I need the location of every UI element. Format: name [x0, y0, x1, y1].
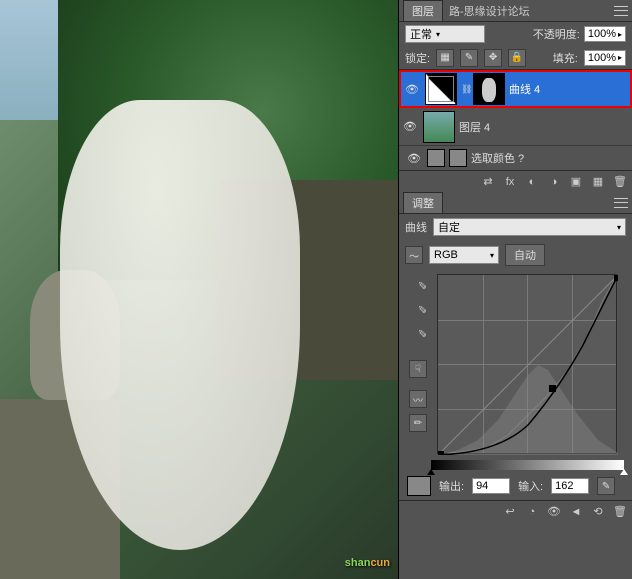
output-value-input[interactable]: 94	[472, 478, 510, 494]
curves-graph[interactable]	[437, 274, 617, 454]
mask-thumb[interactable]	[473, 73, 505, 105]
photo-content	[0, 0, 398, 579]
layer-list: 👁 ⛓ 曲线 4 👁 图层 4 👁 选取颜色 ?	[399, 70, 632, 170]
auto-button[interactable]: 自动	[505, 244, 545, 266]
opacity-label: 不透明度:	[533, 26, 580, 42]
link-icon: ⛓	[461, 84, 469, 95]
adjustment-icon[interactable]: ◑	[546, 174, 562, 190]
panel-menu-icon[interactable]	[614, 6, 628, 16]
input-gradient[interactable]	[431, 460, 624, 470]
clip-icon[interactable]: ◔	[524, 504, 540, 520]
fill-label: 填充:	[553, 50, 578, 66]
layer-name[interactable]: 选取颜色 ?	[471, 150, 626, 166]
edit-points-icon[interactable]: 〰	[409, 390, 427, 408]
trash-icon[interactable]: 🗑	[612, 174, 628, 190]
layer-row-image4[interactable]: 👁 图层 4	[399, 108, 632, 146]
blend-mode-dropdown[interactable]: 正常▾	[405, 25, 485, 43]
blend-toolbar: 正常▾ 不透明度: 100%▸	[399, 22, 632, 46]
image-thumb[interactable]	[423, 111, 455, 143]
lock-transparency-icon[interactable]: ▦	[436, 49, 454, 67]
lock-all-icon[interactable]: 🔒	[508, 49, 526, 67]
layer-name[interactable]: 曲线 4	[509, 81, 628, 97]
input-value-input[interactable]: 162	[551, 478, 589, 494]
lock-position-icon[interactable]: ✥	[484, 49, 502, 67]
channel-dropdown[interactable]: RGB▾	[429, 246, 499, 264]
pencil-icon[interactable]: ✎	[597, 477, 615, 495]
tab-layers[interactable]: 图层	[403, 0, 443, 21]
prev-icon[interactable]: ◄	[568, 504, 584, 520]
trash-icon[interactable]: 🗑	[612, 504, 628, 520]
input-label: 输入:	[518, 478, 543, 494]
layer-row-curves4[interactable]: 👁 ⛓ 曲线 4	[399, 70, 632, 108]
link-layers-icon[interactable]: ⇄	[480, 174, 496, 190]
adjustment-thumb[interactable]	[425, 73, 457, 105]
mask-icon[interactable]: ◐	[524, 174, 540, 190]
adjust-panel-tabs: 调整	[399, 192, 632, 214]
opacity-input[interactable]: 100%▸	[584, 26, 626, 42]
return-icon[interactable]: ↩	[502, 504, 518, 520]
header-caption: 路-思缘设计论坛	[449, 3, 530, 19]
curves-channel-row: 〜 RGB▾ 自动	[399, 240, 632, 270]
lock-pixels-icon[interactable]: ✎	[460, 49, 478, 67]
fill-input[interactable]: 100%▸	[584, 50, 626, 66]
lock-toolbar: 锁定: ▦ ✎ ✥ 🔒 填充: 100%▸	[399, 46, 632, 70]
layers-panel-tabs: 图层 路-思缘设计论坛	[399, 0, 632, 22]
layer-row-selective-color[interactable]: 👁 选取颜色 ?	[399, 146, 632, 170]
output-label: 输出:	[439, 478, 464, 494]
reset-icon[interactable]: ⟲	[590, 504, 606, 520]
on-image-tool-icon[interactable]: ☟	[409, 360, 427, 378]
eye-icon[interactable]: 👁	[546, 504, 562, 520]
panels-column: 图层 路-思缘设计论坛 正常▾ 不透明度: 100%▸ 锁定: ▦ ✎ ✥ 🔒 …	[398, 0, 632, 579]
layer-name[interactable]: 图层 4	[459, 119, 630, 135]
eyedropper-gray-icon[interactable]	[409, 302, 427, 320]
visibility-eye-icon[interactable]: 👁	[401, 118, 419, 136]
document-canvas[interactable]: shancun	[0, 0, 398, 579]
panel-menu-icon[interactable]	[614, 198, 628, 208]
eyedropper-black-icon[interactable]	[409, 278, 427, 296]
adjust-bottom-bar: ↩ ◔ 👁 ◄ ⟲ 🗑	[399, 500, 632, 522]
draw-curve-icon[interactable]: ✏	[409, 414, 427, 432]
curves-preset-row: 曲线 自定▾	[399, 214, 632, 240]
watermark: shancun	[345, 550, 390, 571]
small-thumb[interactable]	[449, 149, 467, 167]
curves-editor: ☟ 〰 ✏	[399, 270, 632, 458]
eyedropper-white-icon[interactable]	[409, 326, 427, 344]
layers-bottom-bar: ⇄ fx ◐ ◑ ▣ ▦ 🗑	[399, 170, 632, 192]
visibility-eye-icon[interactable]: 👁	[403, 80, 421, 98]
preset-dropdown[interactable]: 自定▾	[433, 218, 626, 236]
visibility-eye-icon[interactable]: 👁	[405, 149, 423, 167]
preview-thumb	[407, 476, 431, 496]
small-thumb[interactable]	[427, 149, 445, 167]
group-icon[interactable]: ▣	[568, 174, 584, 190]
lock-label: 锁定:	[405, 50, 430, 66]
new-layer-icon[interactable]: ▦	[590, 174, 606, 190]
output-input-row: 输出: 94 输入: 162 ✎	[399, 472, 632, 500]
curves-label: 曲线	[405, 219, 427, 235]
tab-adjustments[interactable]: 调整	[403, 192, 443, 213]
curves-tools: ☟ 〰 ✏	[405, 274, 431, 454]
point-curve-icon[interactable]: 〜	[405, 246, 423, 264]
fx-icon[interactable]: fx	[502, 174, 518, 190]
